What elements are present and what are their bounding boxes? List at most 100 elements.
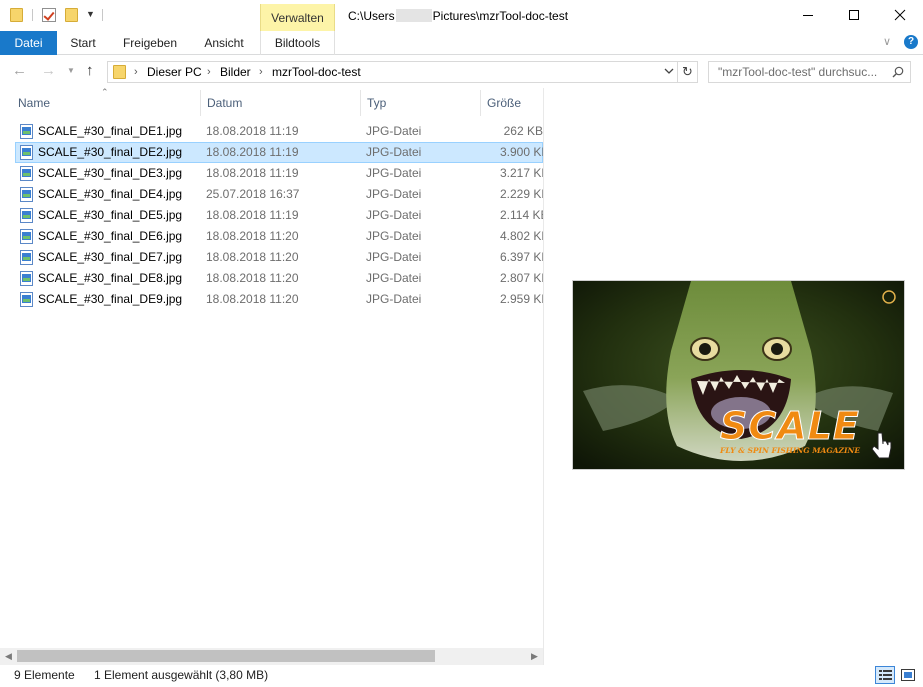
file-list: ⌃ Name Datum Typ Größe SCALE_#30_final_D… [0, 88, 543, 648]
file-name: SCALE_#30_final_DE6.jpg [38, 229, 183, 243]
item-count: 9 Elemente [14, 668, 75, 682]
forward-arrow-icon[interactable]: → [41, 62, 57, 80]
file-name: SCALE_#30_final_DE5.jpg [38, 208, 183, 222]
context-tab-label: Verwalten [271, 11, 324, 25]
column-divider[interactable] [360, 90, 361, 116]
file-name: SCALE_#30_final_DE8.jpg [38, 271, 183, 285]
customize-toolbar-icon[interactable]: ▼ [86, 9, 95, 19]
tab-bildtools[interactable]: Bildtools [260, 31, 335, 55]
horizontal-scrollbar[interactable]: ◀ ▶ [0, 648, 543, 665]
image-file-icon [20, 124, 33, 139]
help-icon[interactable]: ? [904, 35, 918, 49]
details-view-button[interactable] [875, 666, 895, 684]
file-name: SCALE_#30_final_DE4.jpg [38, 187, 183, 201]
tab-start[interactable]: Start [57, 31, 109, 55]
new-folder-icon[interactable] [65, 8, 78, 22]
properties-icon[interactable] [42, 8, 56, 22]
column-label: Größe [487, 96, 522, 110]
recent-locations-icon[interactable]: ▼ [67, 62, 77, 80]
window-title: C:\Users Pictures\mzrTool-doc-test [348, 9, 568, 23]
search-icon [892, 66, 904, 78]
tab-label: Ansicht [204, 36, 244, 50]
file-name: SCALE_#30_final_DE1.jpg [38, 124, 183, 138]
image-file-icon [20, 187, 33, 202]
expand-ribbon-icon[interactable]: ∨ [880, 35, 894, 49]
file-row[interactable]: SCALE_#30_final_DE8.jpg 18.08.2018 11:20… [15, 268, 543, 289]
selection-info: 1 Element ausgewählt (3,80 MB) [94, 668, 269, 682]
file-name: SCALE_#30_final_DE7.jpg [38, 250, 183, 264]
tab-label: Start [70, 36, 96, 50]
column-header-datum[interactable]: Datum [207, 88, 357, 118]
refresh-icon[interactable]: ↻ [678, 61, 698, 83]
tab-label: Datei [14, 36, 43, 50]
breadcrumb-separator-icon: › [207, 66, 211, 78]
file-row[interactable]: SCALE_#30_final_DE4.jpg 25.07.2018 16:37… [15, 184, 543, 205]
quick-access-toolbar: ▼ [0, 0, 110, 31]
file-row-selected[interactable]: SCALE_#30_final_DE2.jpg 18.08.2018 11:19… [15, 142, 543, 163]
breadcrumb-bilder[interactable]: Bilder [220, 62, 251, 82]
close-button[interactable] [877, 0, 923, 31]
column-label: Datum [207, 96, 243, 110]
scroll-left-icon[interactable]: ◀ [0, 650, 17, 663]
file-name: SCALE_#30_final_DE2.jpg [38, 145, 183, 159]
tab-label: Freigeben [122, 36, 178, 50]
search-placeholder: "mzrTool-doc-test" durchsuc... [718, 65, 878, 79]
file-name: SCALE_#30_final_DE9.jpg [38, 292, 183, 306]
details-view-icon [879, 670, 892, 680]
folder-icon[interactable] [10, 8, 23, 22]
image-file-icon [20, 145, 33, 160]
file-name: SCALE_#30_final_DE3.jpg [38, 166, 183, 180]
column-label: Name [18, 96, 51, 110]
tab-datei[interactable]: Datei [0, 31, 57, 55]
breadcrumb-current-folder[interactable]: mzrTool-doc-test [272, 62, 361, 82]
file-row[interactable]: SCALE_#30_final_DE7.jpg 18.08.2018 11:20… [15, 247, 543, 268]
file-date: 18.08.2018 11:19 [206, 166, 299, 180]
column-header-name[interactable]: Name [18, 88, 198, 118]
scale-tagline: FLY & SPIN FISHING MAGAZINE [720, 446, 861, 455]
toolbar-divider [102, 9, 103, 21]
file-type: JPG-Datei [366, 124, 422, 138]
file-date: 18.08.2018 11:20 [206, 271, 299, 285]
scrollbar-thumb[interactable] [17, 650, 435, 662]
file-date: 25.07.2018 16:37 [206, 187, 300, 201]
image-file-icon [20, 271, 33, 286]
up-arrow-icon[interactable]: ↑ [86, 62, 102, 80]
context-tab-verwalten[interactable]: Verwalten [260, 4, 335, 32]
tab-freigeben[interactable]: Freigeben [109, 31, 191, 55]
image-file-icon [20, 166, 33, 181]
file-date: 18.08.2018 11:19 [206, 124, 299, 138]
breadcrumb-dieser-pc[interactable]: Dieser PC [147, 62, 202, 82]
column-header-typ[interactable]: Typ [367, 88, 477, 118]
pane-divider[interactable] [543, 88, 544, 665]
back-arrow-icon[interactable]: ← [12, 62, 28, 80]
minimize-button[interactable] [785, 0, 831, 31]
column-divider[interactable] [480, 90, 481, 116]
title-path-suffix: Pictures\mzrTool-doc-test [432, 9, 569, 23]
file-date: 18.08.2018 11:19 [206, 208, 299, 222]
file-date: 18.08.2018 11:20 [206, 250, 299, 264]
file-row[interactable]: SCALE_#30_final_DE3.jpg 18.08.2018 11:19… [15, 163, 543, 184]
file-row[interactable]: SCALE_#30_final_DE6.jpg 18.08.2018 11:20… [15, 226, 543, 247]
file-size: 3.217 KB [500, 166, 543, 180]
maximize-button[interactable] [831, 0, 877, 31]
file-type: JPG-Datei [366, 229, 422, 243]
scroll-right-icon[interactable]: ▶ [526, 650, 543, 663]
search-input[interactable]: "mzrTool-doc-test" durchsuc... [708, 61, 911, 83]
file-row[interactable]: SCALE_#30_final_DE1.jpg 18.08.2018 11:19… [15, 121, 543, 142]
file-size: 3.900 KB [500, 145, 543, 159]
file-row[interactable]: SCALE_#30_final_DE9.jpg 18.08.2018 11:20… [15, 289, 543, 310]
breadcrumb-separator-icon: › [134, 66, 138, 78]
column-header-groesse[interactable]: Größe [487, 88, 543, 118]
file-date: 18.08.2018 11:20 [206, 229, 299, 243]
address-bar[interactable]: › Dieser PC › Bilder › mzrTool-doc-test [107, 61, 678, 83]
tab-ansicht[interactable]: Ansicht [191, 31, 257, 55]
address-dropdown-icon[interactable] [661, 61, 678, 83]
column-divider[interactable] [200, 90, 201, 116]
large-icons-view-button[interactable] [898, 666, 918, 684]
file-size: 2.229 KB [500, 187, 543, 201]
file-date: 18.08.2018 11:20 [206, 292, 299, 306]
ribbon-tabs: Datei Start Freigeben Ansicht Bildtools … [0, 31, 923, 55]
file-size: 4.802 KB [500, 229, 543, 243]
image-file-icon [20, 250, 33, 265]
file-row[interactable]: SCALE_#30_final_DE5.jpg 18.08.2018 11:19… [15, 205, 543, 226]
